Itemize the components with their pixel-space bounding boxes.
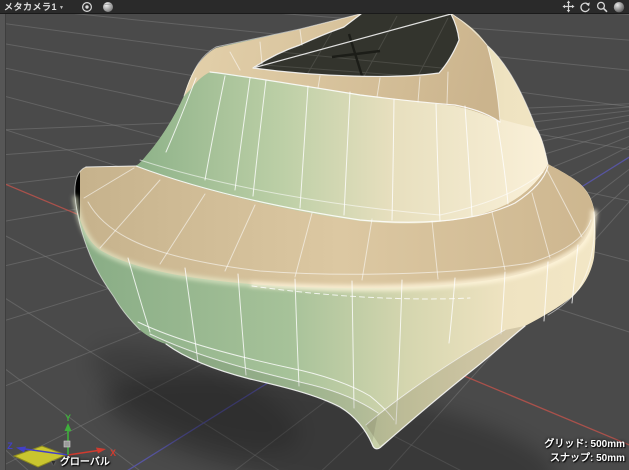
viewport-toolbar: メタカメラ1 ▼ (0, 0, 629, 14)
viewport-3d[interactable]: Y X Z ▼ グローバル グリッド: 500mm スナップ: 50mm (0, 0, 629, 470)
shaded-sphere-icon[interactable] (101, 1, 115, 13)
chevron-down-icon: ▼ (50, 460, 57, 467)
coordinate-mode-label[interactable]: ▼ グローバル (50, 453, 110, 468)
pan-icon[interactable] (561, 0, 575, 13)
target-icon[interactable] (80, 1, 94, 13)
camera-selector[interactable]: メタカメラ1 ▼ (4, 0, 64, 13)
grid-size-label: グリッド: 500mm (544, 439, 625, 450)
gizmo-z-arrowhead (16, 446, 26, 453)
gizmo-z-label: Z (7, 441, 13, 451)
gizmo-x-label: X (110, 448, 116, 458)
viewport-left-border (0, 13, 6, 470)
camera-name-label: メタカメラ1 (4, 2, 58, 12)
gizmo-y-label: Y (65, 413, 71, 423)
zoom-icon[interactable] (595, 1, 609, 13)
snap-size-label: スナップ: 50mm (549, 453, 625, 464)
gizmo-y-arrowhead (64, 423, 72, 431)
view-sphere-icon[interactable] (612, 1, 626, 13)
gizmo-origin-handle (63, 440, 71, 448)
rotate-icon[interactable] (578, 1, 592, 13)
application-window: メタカメラ1 ▼ Y X Z ▼ グローバル グリッド: 500mm スナップ:… (0, 0, 629, 470)
chevron-down-icon: ▼ (59, 4, 65, 11)
